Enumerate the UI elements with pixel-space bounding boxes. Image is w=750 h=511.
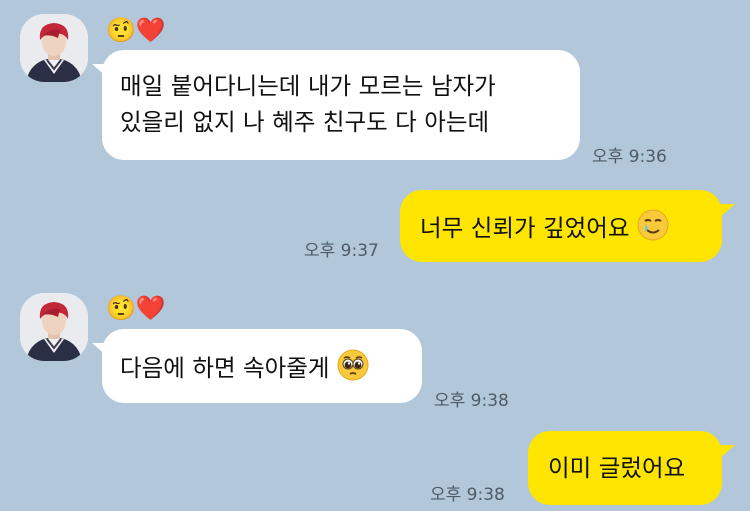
- sender-name: 🤨❤️: [106, 16, 166, 44]
- message-text: 다음에 하면 속아줄게: [120, 354, 330, 382]
- message-time: 오후 9:37: [304, 241, 379, 261]
- pleading-face-icon: [337, 349, 369, 390]
- message-line: 있을리 없지 나 혜주 친구도 다 아는데: [120, 108, 490, 136]
- message-time: 오후 9:36: [592, 147, 667, 167]
- message-bubble-incoming[interactable]: 다음에 하면 속아줄게: [102, 329, 422, 403]
- message-bubble-outgoing[interactable]: 너무 신뢰가 깊었어요: [400, 190, 722, 262]
- message-line: 매일 붙어다니는데 내가 모르는 남자가: [120, 72, 496, 100]
- avatar[interactable]: [20, 14, 88, 82]
- message-text: 너무 신뢰가 깊었어요: [420, 214, 630, 242]
- message-time: 오후 9:38: [430, 485, 505, 505]
- bubble-tail: [719, 204, 735, 218]
- message-bubble-incoming[interactable]: 매일 붙어다니는데 내가 모르는 남자가 있을리 없지 나 혜주 친구도 다 아…: [102, 50, 580, 160]
- message-bubble-outgoing[interactable]: 이미 글렀어요: [528, 431, 722, 505]
- avatar[interactable]: [20, 293, 88, 361]
- smiling-face-with-tear-icon: [637, 209, 669, 250]
- message-text: 이미 글렀어요: [548, 454, 686, 482]
- message-time: 오후 9:38: [434, 391, 509, 411]
- bubble-tail: [719, 445, 735, 459]
- sender-name: 🤨❤️: [106, 294, 166, 322]
